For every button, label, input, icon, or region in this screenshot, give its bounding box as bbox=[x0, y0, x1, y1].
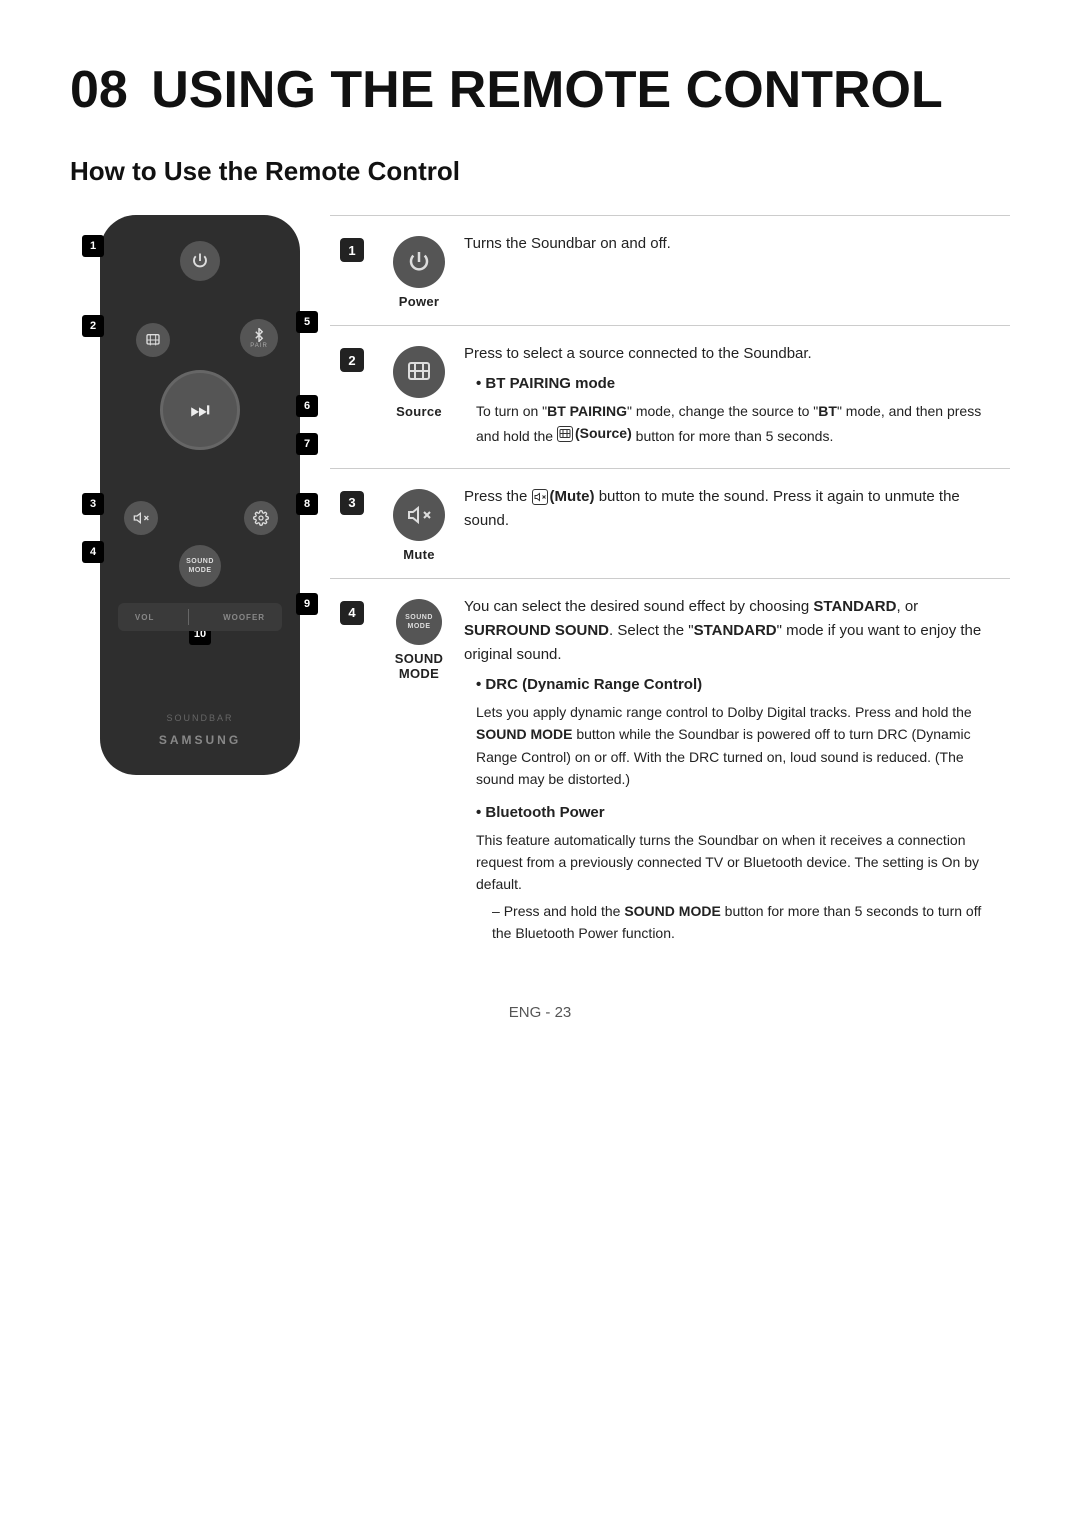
sound-mode-label: SOUND MODE bbox=[374, 651, 464, 681]
table-row-mute: 3 Mute Press the (Mute) button to mute t… bbox=[330, 469, 1010, 579]
source-label: Source bbox=[396, 404, 442, 419]
power-icon-circle bbox=[393, 236, 445, 288]
remote-label-7: 7 bbox=[296, 433, 318, 455]
samsung-label: SAMSUNG bbox=[159, 733, 241, 747]
features-table: 1 Power Turns the Soundbar on and off. 2 bbox=[330, 215, 1010, 964]
remote-label-6: 6 bbox=[296, 395, 318, 417]
table-row-soundmode: 4 SOUNDMODE SOUND MODE You can select th… bbox=[330, 579, 1010, 965]
remote-label-9: 9 bbox=[296, 593, 318, 615]
power-label: Power bbox=[399, 294, 440, 309]
playpause-button: ⏭ bbox=[160, 370, 240, 450]
remote-label-5: 5 bbox=[296, 311, 318, 333]
page-footer: ENG - 23 bbox=[70, 1004, 1010, 1021]
vol-label: VOL bbox=[135, 613, 154, 622]
bt-pair-label: PAIR bbox=[250, 343, 268, 349]
soundbar-label: SOUNDBAR bbox=[166, 713, 233, 723]
remote-label-1: 1 bbox=[82, 235, 104, 257]
sound-mode-desc: You can select the desired sound effect … bbox=[464, 595, 1010, 949]
source-button bbox=[136, 323, 170, 357]
power-desc: Turns the Soundbar on and off. bbox=[464, 232, 1010, 256]
row-number-4: 4 bbox=[340, 601, 364, 625]
table-row-source: 2 Source Press to select a source connec… bbox=[330, 326, 1010, 469]
power-button bbox=[180, 241, 220, 281]
mute-label: Mute bbox=[403, 547, 435, 562]
source-desc: Press to select a source connected to th… bbox=[464, 342, 1010, 452]
settings-button bbox=[244, 501, 278, 535]
sound-mode-button: SOUNDMODE bbox=[179, 545, 221, 587]
vol-woofer-bar: VOL WOOFER bbox=[118, 603, 282, 631]
table-row-power: 1 Power Turns the Soundbar on and off. bbox=[330, 216, 1010, 326]
row-number-3: 3 bbox=[340, 491, 364, 515]
mute-button bbox=[124, 501, 158, 535]
remote-label-8: 8 bbox=[296, 493, 318, 515]
page-title: 08 USING THE REMOTE CONTROL bbox=[70, 60, 1010, 120]
mute-icon-circle bbox=[393, 489, 445, 541]
source-icon-circle bbox=[393, 346, 445, 398]
remote-label-2: 2 bbox=[82, 315, 104, 337]
remote-control-diagram: 1 2 3 4 5 6 7 8 9 10 bbox=[70, 215, 300, 775]
sound-mode-icon-circle: SOUNDMODE bbox=[396, 599, 442, 645]
woofer-label: WOOFER bbox=[223, 613, 265, 622]
row-number-2: 2 bbox=[340, 348, 364, 372]
remote-label-4: 4 bbox=[82, 541, 104, 563]
section-title: How to Use the Remote Control bbox=[70, 156, 1010, 187]
remote-label-3: 3 bbox=[82, 493, 104, 515]
row-number-1: 1 bbox=[340, 238, 364, 262]
mute-desc: Press the (Mute) button to mute the soun… bbox=[464, 485, 1010, 537]
bt-pair-button: PAIR bbox=[240, 319, 278, 357]
